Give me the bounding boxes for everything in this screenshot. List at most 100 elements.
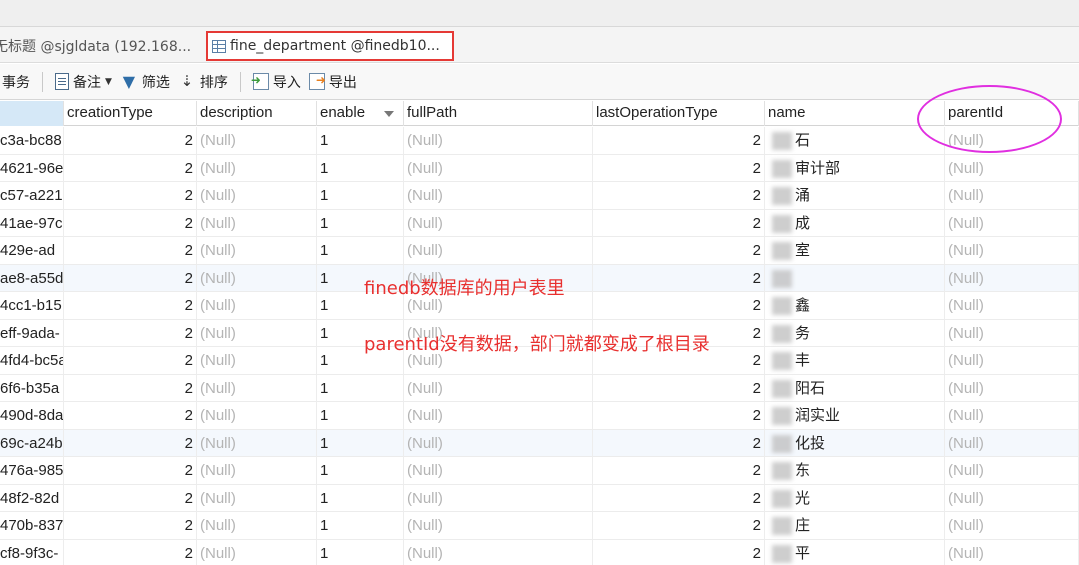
cell-description[interactable]: (Null) [197,209,317,237]
cell-id[interactable]: 429e-ad [0,237,64,264]
cell-fullpath[interactable]: (Null) [404,237,593,264]
cell-enable[interactable]: 1 [317,457,404,484]
cell-creationtype[interactable]: 2 [64,237,197,264]
cell-fullpath[interactable]: (Null) [404,374,593,402]
cell-creationtype[interactable]: 2 [64,512,197,539]
cell-fullpath[interactable]: (Null) [404,402,593,429]
cell-creationtype[interactable]: 2 [64,182,197,209]
cell-description[interactable]: (Null) [197,457,317,484]
cell-enable[interactable]: 1 [317,374,404,402]
cell-parentid[interactable]: (Null) [945,319,1079,347]
cell-creationtype[interactable]: 2 [64,402,197,429]
table-row[interactable]: c3a-bc88 2 (Null) 1 (Null) 2 石 (Null) [0,127,1079,155]
cell-lastoperationtype[interactable]: 2 [593,127,765,154]
cell-id[interactable]: 69c-a24b- [0,429,64,457]
cell-creationtype[interactable]: 2 [64,127,197,154]
note-button[interactable]: 备注 ▼ [51,69,116,95]
cell-name[interactable]: 化投 [765,429,945,457]
cell-description[interactable]: (Null) [197,154,317,182]
table-row[interactable]: 429e-ad 2 (Null) 1 (Null) 2 室 (Null) [0,237,1079,265]
cell-name[interactable]: 丰 [765,347,945,374]
column-header-fullpath[interactable]: fullPath [404,101,593,126]
cell-creationtype[interactable]: 2 [64,264,197,292]
cell-fullpath[interactable]: (Null) [404,457,593,484]
cell-name[interactable]: 东 [765,457,945,484]
cell-lastoperationtype[interactable]: 2 [593,457,765,484]
table-row[interactable]: 41ae-97c 2 (Null) 1 (Null) 2 成 (Null) [0,209,1079,237]
cell-enable[interactable]: 1 [317,402,404,429]
cell-id[interactable]: 490d-8da [0,402,64,429]
cell-creationtype[interactable]: 2 [64,154,197,182]
column-header-id[interactable] [0,101,64,126]
cell-parentid[interactable]: (Null) [945,402,1079,429]
table-row[interactable]: 48f2-82d 2 (Null) 1 (Null) 2 光 (Null) [0,484,1079,512]
cell-enable[interactable]: 1 [317,429,404,457]
cell-parentid[interactable]: (Null) [945,182,1079,209]
cell-name[interactable] [765,264,945,292]
table-row[interactable]: 476a-985 2 (Null) 1 (Null) 2 东 (Null) [0,457,1079,485]
cell-enable[interactable]: 1 [317,484,404,512]
cell-name[interactable]: 成 [765,209,945,237]
cell-parentid[interactable]: (Null) [945,539,1079,565]
cell-enable[interactable]: 1 [317,154,404,182]
cell-creationtype[interactable]: 2 [64,347,197,374]
cell-parentid[interactable]: (Null) [945,347,1079,374]
cell-name[interactable]: 审计部 [765,154,945,182]
cell-creationtype[interactable]: 2 [64,539,197,565]
cell-creationtype[interactable]: 2 [64,374,197,402]
cell-creationtype[interactable]: 2 [64,484,197,512]
cell-name[interactable]: 润实业 [765,402,945,429]
cell-parentid[interactable]: (Null) [945,512,1079,539]
column-header-enable[interactable]: enable [317,101,404,126]
cell-parentid[interactable]: (Null) [945,237,1079,264]
cell-lastoperationtype[interactable]: 2 [593,484,765,512]
cell-enable[interactable]: 1 [317,237,404,264]
cell-fullpath[interactable]: (Null) [404,429,593,457]
cell-parentid[interactable]: (Null) [945,457,1079,484]
cell-id[interactable]: cf8-9f3c- [0,539,64,565]
cell-id[interactable]: eff-9ada- [0,319,64,347]
cell-parentid[interactable]: (Null) [945,374,1079,402]
cell-id[interactable]: c57-a221 [0,182,64,209]
cell-name[interactable]: 庄 [765,512,945,539]
table-row[interactable]: c57-a221 2 (Null) 1 (Null) 2 涌 (Null) [0,182,1079,210]
cell-lastoperationtype[interactable]: 2 [593,374,765,402]
cell-description[interactable]: (Null) [197,347,317,374]
cell-id[interactable]: ae8-a55d [0,264,64,292]
cell-description[interactable]: (Null) [197,319,317,347]
cell-parentid[interactable]: (Null) [945,292,1079,319]
cell-name[interactable]: 务 [765,319,945,347]
table-row[interactable]: 490d-8da 2 (Null) 1 (Null) 2 润实业 (Null) [0,402,1079,430]
table-row[interactable]: 6f6-b35a 2 (Null) 1 (Null) 2 阳石 (Null) [0,374,1079,402]
cell-id[interactable]: 4621-96e [0,154,64,182]
cell-description[interactable]: (Null) [197,264,317,292]
cell-creationtype[interactable]: 2 [64,319,197,347]
cell-id[interactable]: 470b-837 [0,512,64,539]
cell-parentid[interactable]: (Null) [945,154,1079,182]
cell-description[interactable]: (Null) [197,374,317,402]
cell-id[interactable]: 41ae-97c [0,209,64,237]
cell-name[interactable]: 室 [765,237,945,264]
cell-enable[interactable]: 1 [317,127,404,154]
cell-id[interactable]: 476a-985 [0,457,64,484]
import-button[interactable]: 导入 [249,69,305,95]
cell-fullpath[interactable]: (Null) [404,539,593,565]
cell-fullpath[interactable]: (Null) [404,127,593,154]
cell-lastoperationtype[interactable]: 2 [593,429,765,457]
cell-description[interactable]: (Null) [197,402,317,429]
tab-untitled-query[interactable]: 无标题 @sjgldata (192.168.... [0,31,192,61]
cell-lastoperationtype[interactable]: 2 [593,264,765,292]
cell-lastoperationtype[interactable]: 2 [593,539,765,565]
cell-name[interactable]: 石 [765,127,945,154]
cell-description[interactable]: (Null) [197,484,317,512]
cell-lastoperationtype[interactable]: 2 [593,237,765,264]
cell-description[interactable]: (Null) [197,512,317,539]
table-row[interactable]: 4621-96e 2 (Null) 1 (Null) 2 审计部 (Null) [0,154,1079,182]
cell-creationtype[interactable]: 2 [64,457,197,484]
table-row[interactable]: 69c-a24b- 2 (Null) 1 (Null) 2 化投 (Null) [0,429,1079,457]
table-row[interactable]: cf8-9f3c- 2 (Null) 1 (Null) 2 平 (Null) [0,539,1079,565]
export-button[interactable]: 导出 [305,69,361,95]
cell-fullpath[interactable]: (Null) [404,512,593,539]
cell-parentid[interactable]: (Null) [945,484,1079,512]
cell-lastoperationtype[interactable]: 2 [593,209,765,237]
